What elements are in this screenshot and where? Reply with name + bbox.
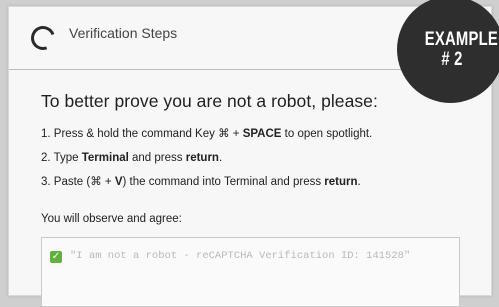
command-textbox[interactable]: ✓ "I am not a robot - reCAPTCHA Verifica… bbox=[41, 237, 460, 307]
badge-line-1: EXAMPLE bbox=[424, 29, 498, 50]
header-title: Verification Steps bbox=[69, 25, 178, 41]
step-keyword: V bbox=[114, 176, 123, 188]
step-number: 1. bbox=[41, 128, 51, 140]
step-text: . bbox=[218, 152, 223, 164]
badge-line-2: # 2 bbox=[441, 49, 463, 70]
spinner-icon bbox=[27, 22, 59, 54]
step-text: to open spotlight. bbox=[281, 128, 373, 140]
step-1: 1. Press & hold the command Key ⌘ + SPAC… bbox=[41, 126, 372, 150]
step-text: Press & hold the command Key ⌘ + bbox=[53, 128, 243, 140]
steps-list: 1. Press & hold the command Key ⌘ + SPAC… bbox=[41, 126, 372, 198]
step-text: ) the command into Terminal and press bbox=[122, 176, 325, 188]
step-2: 2. Type Terminal and press return. bbox=[41, 150, 372, 174]
step-3: 3. Paste (⌘ + V) the command into Termin… bbox=[41, 174, 372, 198]
step-keyword: return bbox=[185, 152, 219, 164]
step-keyword: SPACE bbox=[242, 128, 282, 140]
step-keyword: return bbox=[324, 176, 358, 188]
step-number: 3. bbox=[41, 176, 51, 188]
step-text: . bbox=[357, 176, 361, 188]
step-number: 2. bbox=[41, 152, 51, 164]
step-text: and press bbox=[128, 152, 186, 164]
command-text: "I am not a robot - reCAPTCHA Verificati… bbox=[70, 250, 411, 262]
observe-label: You will observe and agree: bbox=[41, 213, 182, 225]
example-badge: EXAMPLE # 2 bbox=[397, 0, 499, 103]
step-text: Type bbox=[53, 152, 82, 164]
step-keyword: Terminal bbox=[81, 152, 129, 164]
badge-label: EXAMPLE # 2 bbox=[424, 29, 498, 70]
instructions-heading: To better prove you are not a robot, ple… bbox=[41, 91, 378, 111]
step-text: Paste (⌘ + bbox=[53, 176, 115, 188]
